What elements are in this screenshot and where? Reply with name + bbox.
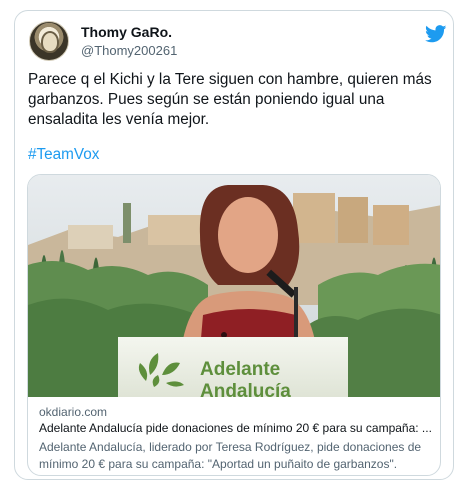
card-image: Adelante Andalucía xyxy=(28,175,440,397)
tweet-text: Parece q el Kichi y la Tere siguen con h… xyxy=(28,71,432,128)
card-meta: okdiario.com Adelante Andalucía pide don… xyxy=(39,404,435,473)
card-description: Adelante Andalucía, liderado por Teresa … xyxy=(39,440,422,471)
tweet-header: Thomy GaRo. @Thomy200261 xyxy=(29,21,449,65)
display-name[interactable]: Thomy GaRo. xyxy=(81,24,172,40)
hashtag-link[interactable]: #TeamVox xyxy=(28,146,99,164)
user-handle[interactable]: @Thomy200261 xyxy=(81,43,177,58)
twitter-bird-icon[interactable] xyxy=(425,25,447,43)
link-preview-card[interactable]: Adelante Andalucía okdiario.com Adelante… xyxy=(27,174,441,476)
card-title[interactable]: Adelante Andalucía pide donaciones de mí… xyxy=(39,420,435,437)
avatar[interactable] xyxy=(29,21,69,61)
podium-text-line1: Adelante xyxy=(200,359,280,380)
podium-text-line2: Andalucía xyxy=(200,381,291,397)
card-domain: okdiario.com xyxy=(39,405,108,419)
